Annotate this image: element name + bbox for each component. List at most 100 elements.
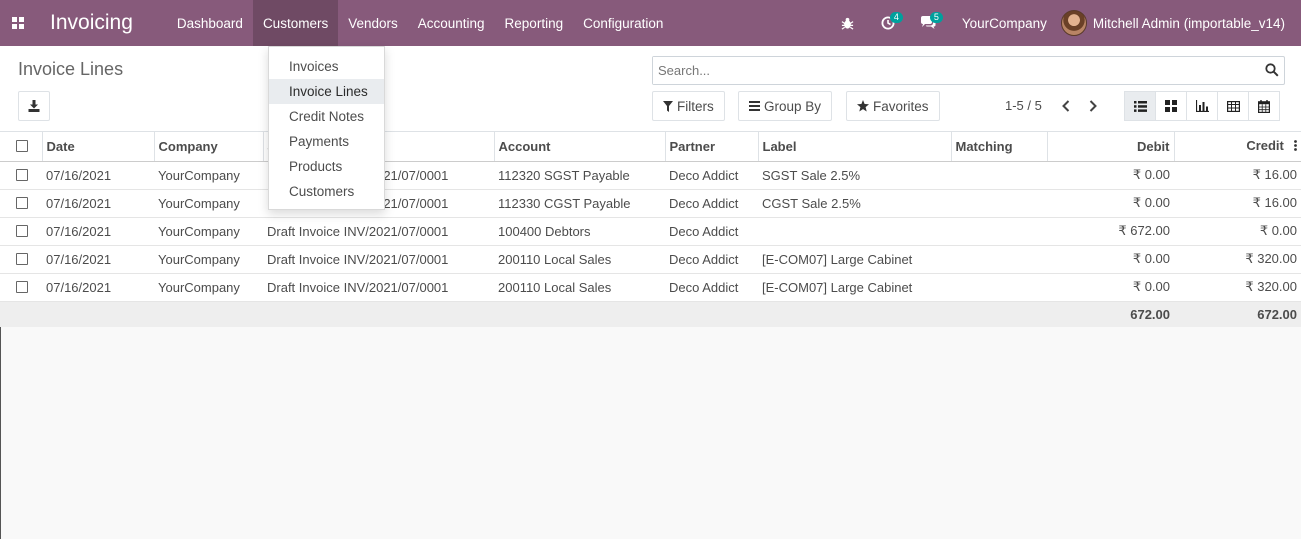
menu-reporting[interactable]: Reporting (495, 0, 574, 46)
group-by-label: Group By (764, 98, 822, 114)
cell-partner: Deco Addict (665, 273, 758, 302)
dropdown-item-invoices[interactable]: Invoices (269, 54, 384, 79)
row-checkbox[interactable] (16, 225, 28, 237)
customers-dropdown-menu: Invoices Invoice Lines Credit Notes Paym… (268, 46, 385, 210)
table-row[interactable]: 07/16/2021 YourCompany Draft Invoice INV… (0, 273, 1301, 302)
cell-partner: Deco Addict (665, 161, 758, 190)
graph-view-button[interactable] (1186, 91, 1218, 121)
clock-icon[interactable]: 4 (868, 0, 908, 46)
star-icon (857, 100, 869, 112)
row-checkbox[interactable] (16, 253, 28, 265)
user-menu[interactable]: Mitchell Admin (importable_v14) (1060, 10, 1301, 36)
cell-matching (951, 245, 1047, 274)
download-button[interactable] (18, 91, 50, 121)
cell-company: YourCompany (154, 273, 263, 302)
cell-date: 07/16/2021 (42, 273, 154, 302)
dropdown-item-credit-notes[interactable]: Credit Notes (269, 104, 384, 129)
menu-configuration[interactable]: Configuration (573, 0, 673, 46)
column-debit[interactable]: Debit (1047, 132, 1175, 162)
control-panel: Invoice Lines Filters Group By Favorites… (0, 46, 1301, 132)
list-view-button[interactable] (1124, 91, 1156, 121)
row-checkbox[interactable] (16, 197, 28, 209)
cell-matching (951, 217, 1047, 246)
calendar-icon (1258, 99, 1270, 113)
invoice-lines-table: Date Company Journal Entry Account Partn… (0, 132, 1301, 327)
menu-dashboard[interactable]: Dashboard (167, 0, 253, 46)
filters-button[interactable]: Filters (652, 91, 725, 121)
column-account[interactable]: Account (494, 132, 666, 162)
totals-spacer (0, 301, 1047, 327)
cell-debit: ₹ 672.00 (1047, 217, 1174, 246)
dropdown-item-products[interactable]: Products (269, 154, 384, 179)
column-credit-cell[interactable]: Credit (1174, 132, 1301, 162)
menu-customers[interactable]: Customers (252, 0, 339, 46)
table-row[interactable]: 07/16/2021 YourCompany Draft Invoice INV… (0, 189, 1301, 218)
cell-date: 07/16/2021 (42, 189, 154, 218)
dropdown-item-invoice-lines[interactable]: Invoice Lines (269, 79, 384, 104)
chat-icon[interactable]: 5 (908, 0, 948, 46)
column-date[interactable]: Date (42, 132, 155, 162)
cell-matching (951, 189, 1047, 218)
company-switcher[interactable]: YourCompany (948, 16, 1061, 31)
group-by-button[interactable]: Group By (738, 91, 833, 121)
favorites-button[interactable]: Favorites (846, 91, 940, 121)
cell-journal-entry: Draft Invoice INV/2021/07/0001 (263, 217, 494, 246)
app-brand[interactable]: Invoicing (50, 11, 133, 35)
cell-account: 200110 Local Sales (494, 273, 665, 302)
cell-date: 07/16/2021 (42, 161, 154, 190)
search-box (652, 56, 1285, 85)
cell-company: YourCompany (154, 189, 263, 218)
filter-icon (663, 100, 673, 112)
table-row[interactable]: 07/16/2021 YourCompany Draft Invoice INV… (0, 245, 1301, 274)
cell-debit: ₹ 0.00 (1047, 245, 1174, 274)
table-row[interactable]: 07/16/2021 YourCompany Draft Invoice INV… (0, 217, 1301, 246)
search-input[interactable] (653, 57, 1243, 84)
dropdown-item-customers[interactable]: Customers (269, 179, 384, 204)
cell-partner: Deco Addict (665, 245, 758, 274)
cell-account: 112330 CGST Payable (494, 189, 665, 218)
cell-matching (951, 161, 1047, 190)
activity-count-badge: 4 (889, 12, 903, 23)
bug-icon[interactable] (828, 0, 868, 46)
cell-credit: ₹ 16.00 (1174, 161, 1301, 190)
row-checkbox[interactable] (16, 169, 28, 181)
pivot-view-button[interactable] (1217, 91, 1249, 121)
menu-accounting[interactable]: Accounting (408, 0, 495, 46)
row-checkbox[interactable] (16, 281, 28, 293)
column-partner[interactable]: Partner (665, 132, 759, 162)
pager-previous-button[interactable] (1057, 96, 1075, 116)
pager-next-button[interactable] (1084, 96, 1102, 116)
bars-icon (749, 101, 760, 111)
row-select-cell (0, 161, 42, 190)
cell-label: [E-COM07] Large Cabinet (758, 273, 951, 302)
table-icon (1226, 100, 1240, 112)
column-label[interactable]: Label (758, 132, 952, 162)
cell-debit: ₹ 0.00 (1047, 273, 1174, 302)
messages-count-badge: 5 (929, 12, 943, 23)
cell-credit: ₹ 16.00 (1174, 189, 1301, 218)
navbar-systray: 4 5 YourCompany Mitchell Admin (importab… (828, 0, 1301, 46)
column-company[interactable]: Company (154, 132, 264, 162)
cell-label (758, 217, 951, 246)
column-credit: Credit (1246, 138, 1284, 154)
chevron-right-icon (1089, 100, 1097, 112)
page-title: Invoice Lines (18, 59, 124, 79)
pager-value[interactable]: 1-5 / 5 (1005, 98, 1042, 113)
user-name: Mitchell Admin (importable_v14) (1092, 15, 1285, 31)
cell-journal-entry: Draft Invoice INV/2021/07/0001 (263, 273, 494, 302)
select-all-checkbox[interactable] (16, 140, 28, 153)
apps-grid-icon[interactable] (0, 0, 36, 46)
cell-label: [E-COM07] Large Cabinet (758, 245, 951, 274)
calendar-view-button[interactable] (1248, 91, 1280, 121)
column-options-icon[interactable] (1293, 139, 1297, 154)
cell-debit: ₹ 0.00 (1047, 161, 1174, 190)
table-row[interactable]: 07/16/2021 YourCompany Draft Invoice INV… (0, 161, 1301, 190)
dropdown-item-payments[interactable]: Payments (269, 129, 384, 154)
menu-vendors[interactable]: Vendors (338, 0, 408, 46)
search-icon[interactable] (1265, 63, 1279, 80)
list-icon (1133, 100, 1147, 112)
kanban-view-button[interactable] (1155, 91, 1187, 121)
cell-journal-entry: Draft Invoice INV/2021/07/0001 (263, 245, 494, 274)
cell-matching (951, 273, 1047, 302)
column-matching[interactable]: Matching (951, 132, 1048, 162)
